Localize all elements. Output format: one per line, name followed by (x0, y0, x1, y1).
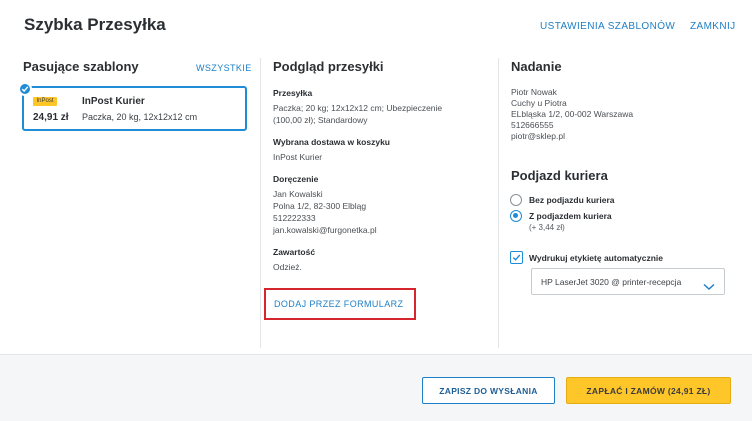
section-text-delivery: InPost Kurier (273, 152, 323, 162)
shipment-preview: Podgląd przesyłki Przesyłka Paczka; 20 k… (273, 59, 489, 284)
printer-select[interactable]: HP LaserJet 3020 @ printer-recepcja (531, 268, 725, 295)
section-label-contents: Zawartość (273, 247, 316, 257)
pay-button-label: ZAPŁAĆ I ZAMÓW (24,91 ZŁ) (586, 386, 711, 396)
template-description: Paczka, 20 kg, 12x12x12 cm (82, 112, 198, 122)
modal-header: Szybka Przesyłka USTAWIENIA SZABLONÓW ZA… (0, 0, 752, 52)
template-price: 24,91 zł (33, 112, 69, 123)
template-name: InPost Kurier (82, 96, 145, 107)
preview-heading: Podgląd przesyłki (273, 59, 384, 74)
section-label-recipient: Doręczenie (273, 174, 319, 184)
pay-and-order-button[interactable]: ZAPŁAĆ I ZAMÓW (24,91 ZŁ) (566, 377, 731, 404)
section-text-contents: Odzież. (273, 262, 302, 272)
radio-label: Bez podjazdu kuriera (529, 195, 615, 205)
inpost-logo: InPost (33, 97, 57, 106)
close-link[interactable]: ZAMKNIJ (690, 21, 736, 32)
selected-check-icon (18, 82, 32, 96)
radio-button[interactable] (510, 194, 522, 206)
column-divider (498, 58, 499, 348)
all-templates-link[interactable]: WSZYSTKIE (196, 63, 252, 73)
templates-settings-link[interactable]: USTAWIENIA SZABLONÓW (540, 21, 675, 32)
sender-heading: Nadanie (511, 59, 562, 74)
pickup-heading: Podjazd kuriera (511, 168, 608, 183)
sender-company: Cuchy u Piotra (511, 98, 567, 108)
radio-label: Z podjazdem kuriera (529, 211, 612, 221)
column-divider (260, 58, 261, 348)
template-card-inpost[interactable]: InPost 24,91 zł InPost Kurier Paczka, 20… (18, 82, 247, 131)
printer-select-value: HP LaserJet 3020 @ printer-recepcja (541, 277, 682, 287)
chevron-down-icon (703, 278, 715, 296)
radio-button-selected[interactable] (510, 210, 522, 222)
auto-print-checkbox[interactable] (510, 251, 523, 264)
sender-panel: Nadanie Piotr Nowak Cuchy u Piotra ELblą… (511, 59, 731, 142)
add-via-form-button[interactable]: DODAJ PRZEZ FORMULARZ (264, 288, 416, 320)
section-label-delivery: Wybrana dostawa w koszyku (273, 137, 390, 147)
section-text-recipient: Jan Kowalski Polna 1/2, 82-300 Elbląg 51… (273, 189, 377, 235)
save-button-label: ZAPISZ DO WYSŁANIA (439, 386, 538, 396)
sender-phone: 512666555 (511, 120, 554, 130)
section-label-parcel: Przesyłka (273, 88, 313, 98)
section-text-parcel: Paczka; 20 kg; 12x12x12 cm; Ubezpieczeni… (273, 103, 443, 125)
auto-print-label: Wydrukuj etykietę automatycznie (529, 253, 663, 263)
modal-title: Szybka Przesyłka (24, 15, 166, 34)
sender-email: piotr@sklep.pl (511, 131, 565, 141)
sender-name: Piotr Nowak (511, 87, 557, 97)
sender-address: ELbląska 1/2, 00-002 Warszawa (511, 109, 634, 119)
radio-surcharge: (+ 3,44 zł) (529, 223, 565, 232)
templates-heading: Pasujące szablony (23, 59, 139, 74)
add-via-form-label: DODAJ PRZEZ FORMULARZ (274, 299, 404, 309)
save-for-sending-button[interactable]: ZAPISZ DO WYSŁANIA (422, 377, 555, 404)
